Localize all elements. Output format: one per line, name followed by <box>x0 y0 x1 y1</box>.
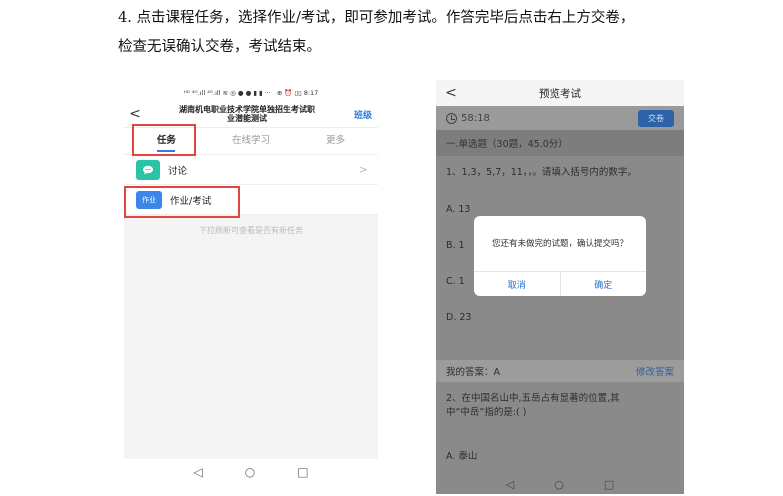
nav-back-icon[interactable]: ◁ <box>193 465 202 479</box>
highlight-box-tasks-tab <box>132 124 196 156</box>
tab-more[interactable]: 更多 <box>293 127 378 155</box>
section-title: 一.单选题（30题，45.0分） <box>436 130 684 156</box>
course-title: 湖南机电职业技术学院单独招生考试职 业潜能测试 <box>146 105 348 124</box>
question-2-line-2: 中“中岳”指的是:( ) <box>446 407 527 418</box>
instruction-text: 4. 点击课程任务，选择作业/考试，即可参加考试。作答完毕后点击右上方交卷， 检… <box>118 4 758 62</box>
modify-answer-link[interactable]: 修改答案 <box>636 364 674 378</box>
back-arrow-icon[interactable]: < <box>124 106 146 122</box>
dialog-message: 您还有未做完的试题，确认提交吗？ <box>492 238 629 249</box>
status-icons-right: ⊕ ⏰ ▯▯ 8:17 <box>276 89 319 97</box>
class-link[interactable]: 班级 <box>348 108 378 121</box>
cancel-button[interactable]: 取消 <box>474 272 560 296</box>
android-nav-bar: ◁ ○ □ <box>436 474 684 494</box>
my-answer-label: 我的答案：A <box>446 367 500 378</box>
tab-online-learning[interactable]: 在线学习 <box>209 127 294 155</box>
status-bar: ᴴᴰ ⁴ᴳ.ıll ⁴ᴳ.ıll ≋ ◎ ● ● ▮ ▮ ··· ⊕ ⏰ ▯▯ … <box>124 85 378 101</box>
instruction-line-2: 检查无误确认交卷，考试结束。 <box>118 39 321 55</box>
question-text: 1、1,3，5,7，11，，。请填入括号内的数字。 <box>446 167 637 178</box>
dialog-buttons: 取消 确定 <box>474 271 646 296</box>
task-item-label: 讨论 <box>168 165 188 177</box>
course-title-line-1: 湖南机电职业技术学院单独招生考试职 <box>179 104 315 114</box>
nav-home-icon[interactable]: ○ <box>245 465 255 479</box>
pull-refresh-hint: 下拉刷新可查看是否有新任务 <box>199 226 303 235</box>
highlight-box-homework-exam <box>124 186 240 218</box>
answer-option-d[interactable]: D. 23 <box>446 308 674 344</box>
task-item-discussion[interactable]: 讨论 > <box>124 155 378 185</box>
nav-home-icon[interactable]: ○ <box>554 478 564 491</box>
course-title-line-2: 业潜能测试 <box>227 114 267 123</box>
my-answer-bar: 我的答案：A 修改答案 <box>436 360 684 382</box>
android-nav-bar: ◁ ○ □ <box>124 459 378 485</box>
nav-recents-icon[interactable]: □ <box>604 478 614 491</box>
chat-bubble-icon <box>136 159 160 180</box>
nav-recents-icon[interactable]: □ <box>297 465 308 479</box>
clock-icon <box>446 112 457 124</box>
exam-preview-screenshot: < 预览考试 58:18 交卷 一.单选题（30题，45.0分） 1、1,3，5… <box>436 80 684 494</box>
answer-option-a[interactable]: A. 泰山 <box>446 448 477 462</box>
nav-back-icon[interactable]: ◁ <box>506 478 514 491</box>
status-icons-left: ᴴᴰ ⁴ᴳ.ıll ⁴ᴳ.ıll ≋ ◎ ● ● ▮ ▮ ··· <box>183 89 271 97</box>
timer-bar: 58:18 交卷 <box>436 106 684 130</box>
confirm-button[interactable]: 确定 <box>559 272 647 296</box>
instruction-line-1: 4. 点击课程任务，选择作业/考试，即可参加考试。作答完毕后点击右上方交卷， <box>118 10 635 26</box>
question-text: 2、在中国名山中,五岳占有显著的位置,其 中“中岳”指的是:( ) <box>446 392 674 420</box>
chevron-right-icon: > <box>358 163 368 176</box>
countdown: 58:18 <box>446 112 490 124</box>
countdown-value: 58:18 <box>461 112 490 124</box>
submit-exam-button[interactable]: 交卷 <box>638 109 674 127</box>
question-2-line-1: 2、在中国名山中,五岳占有显著的位置,其 <box>446 393 620 404</box>
exam-header: < 预览考试 <box>436 80 684 106</box>
exam-title: 预览考试 <box>539 87 581 100</box>
confirm-submit-dialog: 您还有未做完的试题，确认提交吗？ 取消 确定 <box>474 216 646 296</box>
